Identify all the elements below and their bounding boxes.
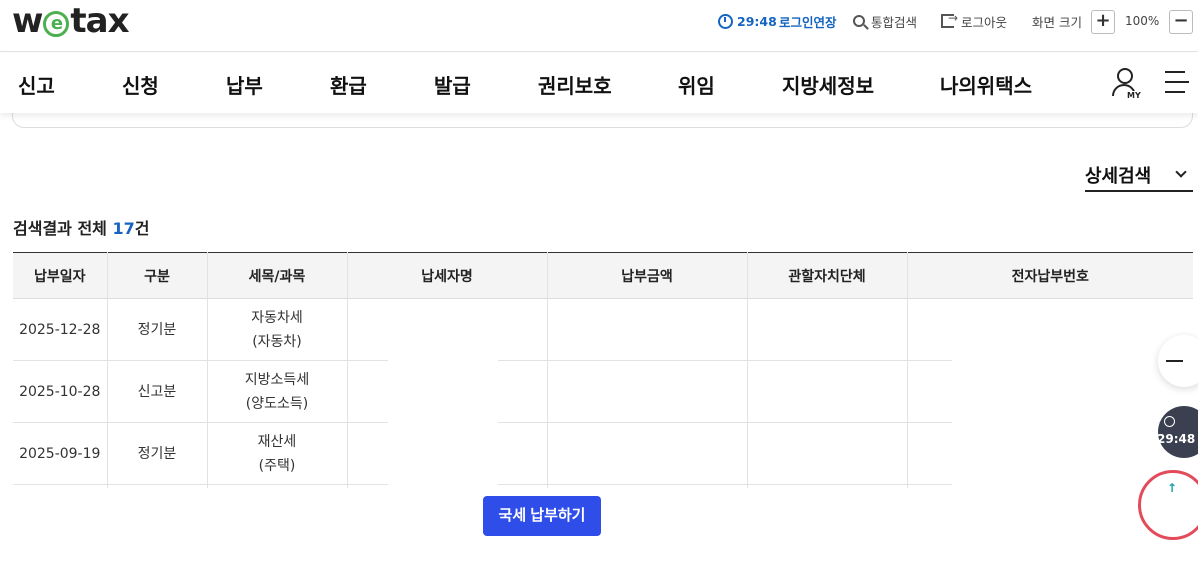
- nav-item-issue[interactable]: 발급: [434, 70, 471, 99]
- payment-amount: [547, 422, 748, 485]
- payment-date: 2025-10-28: [13, 360, 108, 423]
- float-timer-text: 29:48: [1157, 432, 1196, 446]
- hamburger-menu-icon[interactable]: [1165, 71, 1189, 93]
- scroll-top-button[interactable]: ↑: [1138, 470, 1198, 540]
- nav-item-local-tax-info[interactable]: 지방세정보: [782, 70, 874, 99]
- nav-item-payment[interactable]: 납부: [226, 70, 263, 99]
- payment-type: 정기분: [107, 422, 208, 485]
- local-government: [747, 422, 908, 485]
- main-navigation: 신고 신청 납부 환급 발급 권리보호 위임 지방세정보 나의위택스 MY: [0, 53, 1198, 113]
- column-header: 구분: [107, 252, 208, 299]
- payment-type: 정기분: [107, 298, 208, 361]
- column-header: 납세자명: [347, 252, 548, 299]
- redaction-mask: [548, 299, 654, 359]
- redaction-mask: [548, 362, 654, 422]
- tax-item: 재산세 (주택): [207, 422, 348, 485]
- payment-date: 2025-12-28: [13, 298, 108, 361]
- table-header-row: 납부일자 구분 세목/과목 납세자명 납부금액 관할자치단체 전자납부번호: [13, 252, 1193, 299]
- nav-item-refund[interactable]: 환급: [330, 70, 367, 99]
- arrow-up-icon: ↑: [1167, 481, 1178, 495]
- nav-item-delegation[interactable]: 위임: [678, 70, 715, 99]
- my-label: MY: [1126, 91, 1142, 100]
- nav-item-my-wetax[interactable]: 나의위택스: [940, 70, 1032, 99]
- user-icon: [1117, 68, 1133, 84]
- redaction-mask: [766, 362, 894, 422]
- tax-item: 자동차세 (자동차): [207, 298, 348, 361]
- payment-type: 신고분: [107, 360, 208, 423]
- nav-item-rights-protection[interactable]: 권리보호: [538, 70, 612, 99]
- column-header: 세목/과목: [207, 252, 348, 299]
- pay-national-tax-button[interactable]: 국세 납부하기: [483, 496, 601, 536]
- nav-item-apply[interactable]: 신청: [122, 70, 159, 99]
- column-header: 전자납부번호: [907, 252, 1193, 299]
- nav-item-report[interactable]: 신고: [18, 70, 55, 99]
- column-header: 납부일자: [13, 252, 108, 299]
- tax-item: 지방소득세 (양도소득): [207, 360, 348, 423]
- column-header: 납부금액: [547, 252, 748, 299]
- clock-icon: [1164, 416, 1175, 427]
- redaction-mask: [952, 299, 1158, 488]
- redaction-mask: [388, 299, 498, 488]
- column-header: 관할자치단체: [747, 252, 908, 299]
- redaction-mask: [766, 299, 894, 359]
- payment-date: 2025-09-19: [13, 422, 108, 485]
- my-page-button[interactable]: MY: [1110, 66, 1142, 100]
